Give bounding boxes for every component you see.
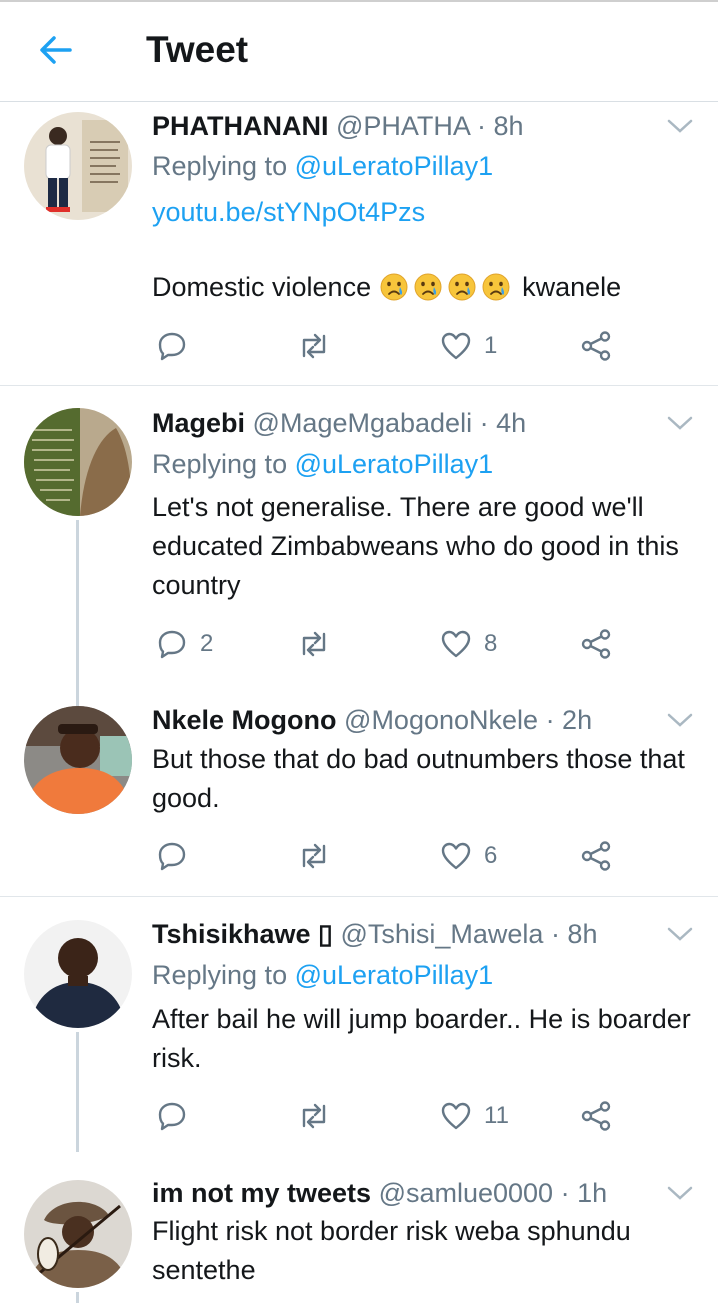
retweet-button[interactable] [296,624,332,664]
retweet-button[interactable] [296,326,332,366]
share-button[interactable] [580,836,612,876]
reply-icon [158,630,186,659]
user-handle: @Tshisi_Mawela [340,919,544,949]
tweet-text: Let's not generalise. There are good we'… [152,492,679,600]
user-handle: @MogonoNkele [344,705,539,735]
share-button[interactable] [580,624,612,664]
heart-icon [441,630,471,658]
thread-connector [76,1032,79,1152]
heart-icon [441,332,471,360]
chevron-down-icon[interactable] [666,413,694,433]
thread-connector [76,1292,79,1303]
avatar[interactable] [24,112,132,220]
avatar[interactable] [24,408,132,516]
tweet-time: · 4h [479,408,527,438]
share-icon [581,1101,611,1131]
retweet-button[interactable] [296,836,332,876]
display-name: Tshisikhawe ▯ [152,919,333,949]
tweet-author[interactable]: Magebi @MageMgabadeli · 4h [152,407,526,439]
tweet-time: · 8h [476,111,524,141]
replying-to: Replying to @uLeratoPillay1 [152,151,494,181]
thread-connector [76,520,79,708]
divider [0,896,718,897]
user-handle: @samlue0000 [378,1178,554,1208]
user-handle: @MageMgabadeli [252,408,473,438]
crying-face-emoji-group [379,272,515,302]
display-name: Nkele Mogono [152,705,337,735]
display-name: im not my tweets [152,1178,372,1208]
reply-icon [158,842,186,871]
tweet-author[interactable]: PHATHANANI @PHATHA · 8h [152,110,524,142]
share-icon [581,841,611,871]
tweet-actions: 6 [156,836,616,876]
reply-icon [158,332,186,361]
like-count: 6 [484,842,498,869]
chevron-down-icon[interactable] [666,1183,694,1203]
chevron-down-icon[interactable] [666,924,694,944]
like-count: 8 [484,630,498,657]
share-icon [581,629,611,659]
share-button[interactable] [580,326,612,366]
tweet-time: · 8h [550,919,598,949]
crying-face-emoji [414,273,442,301]
retweet-icon [302,843,326,869]
display-name: PHATHANANI [152,111,329,141]
tweet-author[interactable]: Tshisikhawe ▯ @Tshisi_Mawela · 8h [152,918,597,950]
tweet-time: · 2h [545,705,593,735]
share-icon [581,331,611,361]
tweet-link[interactable]: youtu.be/stYNpOt4Pzs [152,196,425,228]
chevron-down-icon[interactable] [666,710,694,730]
like-button[interactable]: 6 [440,836,497,876]
reply-icon [158,1102,186,1131]
tweet-author[interactable]: im not my tweets @samlue0000 · 1h [152,1177,607,1209]
avatar[interactable] [24,920,132,1028]
crying-face-emoji [482,273,510,301]
like-button[interactable]: 8 [440,624,497,664]
user-handle: @PHATHA [336,111,470,141]
reply-button[interactable] [156,1096,200,1136]
retweet-icon [302,631,326,657]
like-button[interactable]: 11 [440,1096,509,1136]
avatar[interactable] [24,1180,132,1288]
reply-button[interactable] [156,326,200,366]
crying-face-emoji [448,273,476,301]
mention-link[interactable]: @uLeratoPillay1 [295,151,494,181]
app-header: Tweet [0,0,718,102]
tweet-actions: 1 [156,326,616,366]
replying-to: Replying to @uLeratoPillay1 [152,960,494,990]
heart-icon [441,1102,471,1130]
tweet-text: Flight risk not border risk weba sphundu… [152,1216,631,1285]
crying-face-emoji [380,273,408,301]
arrow-left-icon [40,36,72,64]
tweet-text: Domestic violence kwanele [152,272,622,302]
tweet-actions: 2 8 [156,624,616,664]
reply-count: 2 [200,630,214,657]
like-count: 1 [484,332,498,359]
back-button[interactable] [36,30,76,70]
replying-to: Replying to @uLeratoPillay1 [152,449,494,479]
like-count: 11 [484,1102,509,1129]
page-title: Tweet [146,29,249,70]
tweet-time: · 1h [560,1178,608,1208]
retweet-button[interactable] [296,1096,332,1136]
display-name: Magebi [152,408,246,438]
retweet-icon [302,333,326,359]
tweet-text: But those that do bad outnumbers those t… [152,744,685,813]
avatar[interactable] [24,706,132,814]
reply-button[interactable] [156,836,200,876]
retweet-icon [302,1103,326,1129]
mention-link[interactable]: @uLeratoPillay1 [295,960,494,990]
tweet-text: After bail he will jump boarder.. He is … [152,1004,691,1073]
heart-icon [441,842,471,870]
reply-button[interactable]: 2 [156,624,213,664]
share-button[interactable] [580,1096,612,1136]
tweet-actions: 11 [156,1096,616,1136]
chevron-down-icon[interactable] [666,116,694,136]
divider [0,385,718,386]
like-button[interactable]: 1 [440,326,497,366]
mention-link[interactable]: @uLeratoPillay1 [295,449,494,479]
tweet-author[interactable]: Nkele Mogono @MogonoNkele · 2h [152,704,592,736]
